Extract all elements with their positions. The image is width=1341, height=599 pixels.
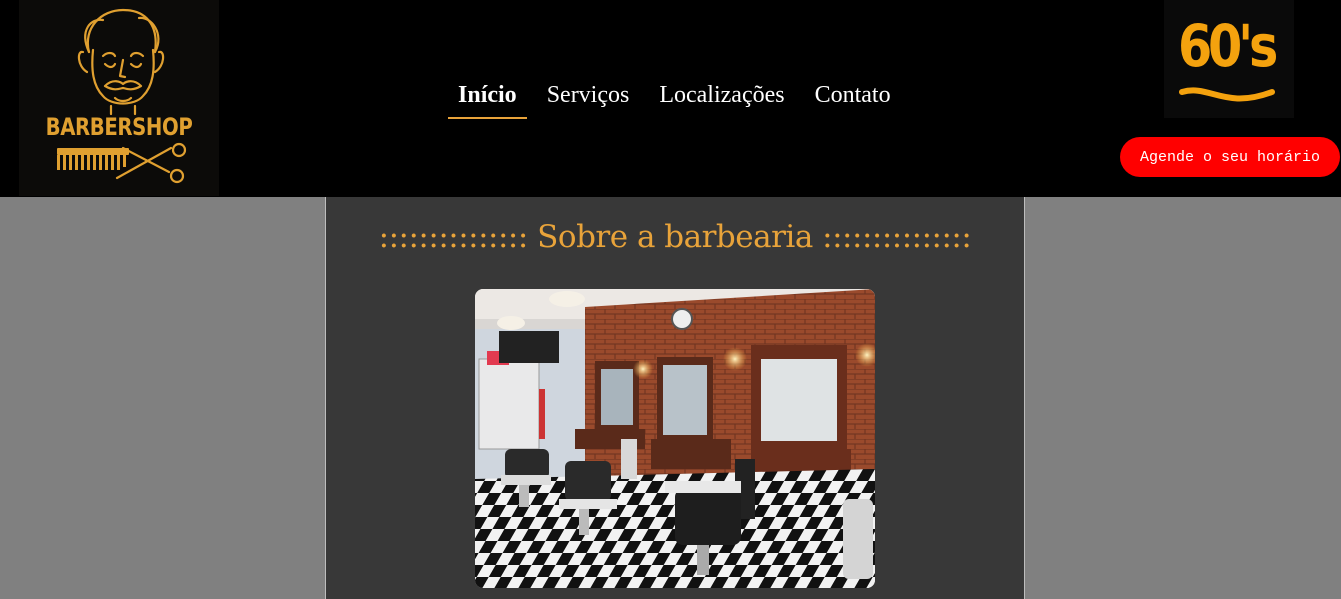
book-appointment-button[interactable]: Agende o seu horário — [1120, 137, 1340, 177]
site-header: BARBERSHOP Início Serviços Localizações … — [0, 0, 1341, 197]
section-title: ::::::::::::::: Sobre a barbearia ::::::… — [378, 219, 972, 255]
nav-item-contato[interactable]: Contato — [805, 76, 901, 117]
main-nav: Início Serviços Localizações Contato — [448, 76, 911, 119]
about-section: ::::::::::::::: Sobre a barbearia ::::::… — [325, 197, 1025, 599]
brand-60s-logo: 60's — [1164, 0, 1294, 118]
barbershop-logo[interactable]: BARBERSHOP — [19, 0, 219, 196]
nav-item-inicio[interactable]: Início — [448, 76, 527, 119]
brand-swoosh-icon — [1179, 87, 1275, 102]
barber-face-icon — [57, 8, 187, 184]
nav-item-servicos[interactable]: Serviços — [537, 76, 640, 117]
barbershop-interior-photo — [475, 289, 875, 588]
nav-item-localizacoes[interactable]: Localizações — [649, 76, 794, 117]
logo-text: BARBERSHOP — [45, 113, 193, 141]
